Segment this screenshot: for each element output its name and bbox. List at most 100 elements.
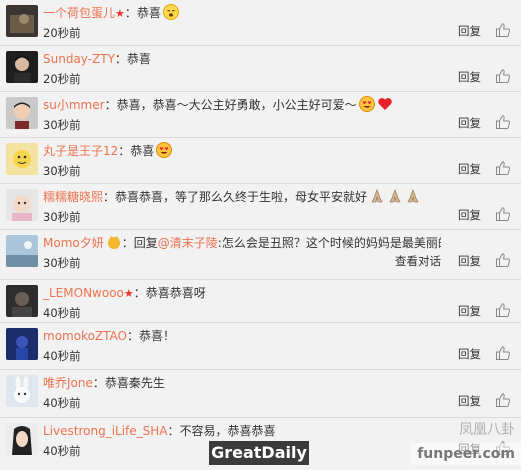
comment-text: :怎么会是丑照？这个时候的妈妈是最美丽的	[217, 236, 441, 250]
timestamp: 40秒前	[43, 349, 81, 363]
comment-text: 恭喜	[130, 144, 155, 158]
reply-button[interactable]: 回复	[458, 346, 481, 362]
comment-text: 恭喜恭喜呀	[145, 286, 206, 300]
like-thumb-icon[interactable]	[495, 114, 511, 130]
like-thumb-icon[interactable]	[495, 206, 511, 222]
timestamp: 30秒前	[43, 118, 81, 132]
username-link[interactable]: momokoZTAO	[43, 329, 127, 343]
comment-line: 一个荷包蛋儿★：恭喜	[43, 4, 441, 22]
like-thumb-icon[interactable]	[495, 22, 511, 38]
colon: ：	[103, 190, 116, 204]
username-link[interactable]: Sunday-ZTY	[43, 52, 115, 66]
pray-icon	[387, 188, 403, 204]
reply-button[interactable]: 回复	[458, 69, 481, 85]
like-thumb-icon[interactable]	[495, 345, 511, 361]
avatar[interactable]	[6, 328, 38, 360]
mention-link[interactable]: @清末子陵	[158, 236, 218, 250]
comment-text: 恭喜！	[139, 329, 176, 343]
comment-line: 唯乔Jone：恭喜秦先生	[43, 374, 441, 392]
divider	[0, 279, 521, 280]
timestamp: 30秒前	[43, 210, 81, 224]
divider	[0, 91, 521, 92]
avatar[interactable]	[6, 285, 38, 317]
heart-eyes-face-icon	[156, 142, 173, 158]
timestamp: 30秒前	[43, 256, 81, 270]
reply-button[interactable]: 回复	[458, 161, 481, 177]
timestamp: 40秒前	[43, 444, 81, 458]
avatar[interactable]	[6, 51, 38, 83]
avatar[interactable]	[6, 189, 38, 221]
colon: ：	[167, 424, 180, 438]
comment-line: Livestrong_iLife_SHA：不容易，恭喜恭喜	[43, 422, 441, 440]
comment-text: 恭喜	[126, 52, 151, 66]
timestamp: 40秒前	[43, 396, 81, 410]
reply-button[interactable]: 回复	[458, 207, 481, 223]
comment-line: 丸子是王子12：恭喜	[43, 142, 441, 160]
comment-row: Momo夕妍 ： 回复 @清末子陵:怎么会是丑照？这个时候的妈妈是最美丽的 30秒前 查看…	[0, 230, 521, 282]
colon: ：	[92, 376, 105, 390]
username-link[interactable]: su小mmer	[43, 98, 105, 112]
timestamp: 20秒前	[43, 72, 81, 86]
username-link[interactable]: Momo夕妍	[43, 236, 104, 250]
comment-text: 恭喜恭喜，等了那么久终于生啦，母女平安就好	[115, 190, 368, 204]
comment-text: 恭喜	[136, 6, 161, 20]
like-thumb-icon[interactable]	[495, 160, 511, 176]
divider	[0, 183, 521, 184]
username-link[interactable]: _LEMONwooo	[43, 286, 124, 300]
reply-button[interactable]: 回复	[458, 23, 481, 39]
colon: ：	[127, 329, 140, 343]
like-thumb-icon[interactable]	[495, 252, 511, 268]
like-thumb-icon[interactable]	[495, 302, 511, 318]
colon: ：	[118, 144, 131, 158]
timestamp: 30秒前	[43, 164, 81, 178]
divider	[0, 229, 521, 230]
colon: ：	[114, 52, 127, 66]
view-conversation-link[interactable]: 查看对话	[395, 253, 441, 269]
comment-row: momokoZTAO：恭喜！ 40秒前 回复	[0, 323, 521, 375]
like-thumb-icon[interactable]	[495, 68, 511, 84]
like-thumb-icon[interactable]	[495, 392, 511, 408]
divider	[0, 369, 521, 370]
site-logo-bar: GreatDaily	[209, 441, 309, 465]
reply-button[interactable]: 回复	[458, 303, 481, 319]
avatar[interactable]	[6, 97, 38, 129]
divider	[0, 322, 521, 323]
pray-icon	[405, 188, 421, 204]
sad-face-icon	[162, 4, 179, 20]
colon: ：	[133, 286, 146, 300]
colon: ：	[104, 98, 117, 112]
username-link[interactable]: 丸子是王子12	[43, 144, 118, 158]
star-badge-icon: ★	[123, 287, 134, 300]
watermark-top: 凤凰八卦	[459, 422, 515, 438]
vip-badge-icon	[106, 234, 122, 250]
star-badge-icon: ★	[115, 7, 125, 20]
username-link[interactable]: 唯乔Jone	[43, 376, 93, 390]
comment-line: Momo夕妍 ：回复@清末子陵:怎么会是丑照？这个时候的妈妈是最美丽的	[43, 234, 441, 252]
reply-button[interactable]: 回复	[458, 393, 481, 409]
comment-text: 不容易，恭喜恭喜	[179, 424, 276, 438]
username-link[interactable]: 糯糯糖晓熙	[43, 190, 103, 204]
avatar[interactable]	[6, 423, 38, 455]
divider	[0, 45, 521, 46]
comment-text: 恭喜，恭喜～大公主好勇敢，小公主好可爱～	[116, 98, 357, 112]
pray-icon	[369, 188, 385, 204]
avatar[interactable]	[6, 143, 38, 175]
comment-line: _LEMONwooo★：恭喜恭喜呀	[43, 284, 441, 302]
username-link[interactable]: 一个荷包蛋儿	[43, 6, 115, 20]
colon: ：	[121, 236, 134, 250]
timestamp: 40秒前	[43, 306, 81, 320]
username-link[interactable]: Livestrong_iLife_SHA	[43, 424, 168, 438]
avatar[interactable]	[6, 375, 38, 407]
timestamp: 20秒前	[43, 26, 81, 40]
comment-line: Sunday-ZTY：恭喜	[43, 50, 441, 68]
comment-line: 糯糯糖晓熙：恭喜恭喜，等了那么久终于生啦，母女平安就好	[43, 188, 441, 206]
reply-button[interactable]: 回复	[458, 115, 481, 131]
comment-row: 唯乔Jone：恭喜秦先生 40秒前 回复	[0, 370, 521, 422]
heart-icon	[377, 96, 393, 112]
comment-line: momokoZTAO：恭喜！	[43, 327, 441, 345]
avatar[interactable]	[6, 235, 38, 267]
comment-text: 恭喜秦先生	[104, 376, 165, 390]
comment-line: su小mmer：恭喜，恭喜～大公主好勇敢，小公主好可爱～	[43, 96, 441, 114]
reply-button[interactable]: 回复	[458, 253, 481, 269]
avatar[interactable]	[6, 5, 38, 37]
